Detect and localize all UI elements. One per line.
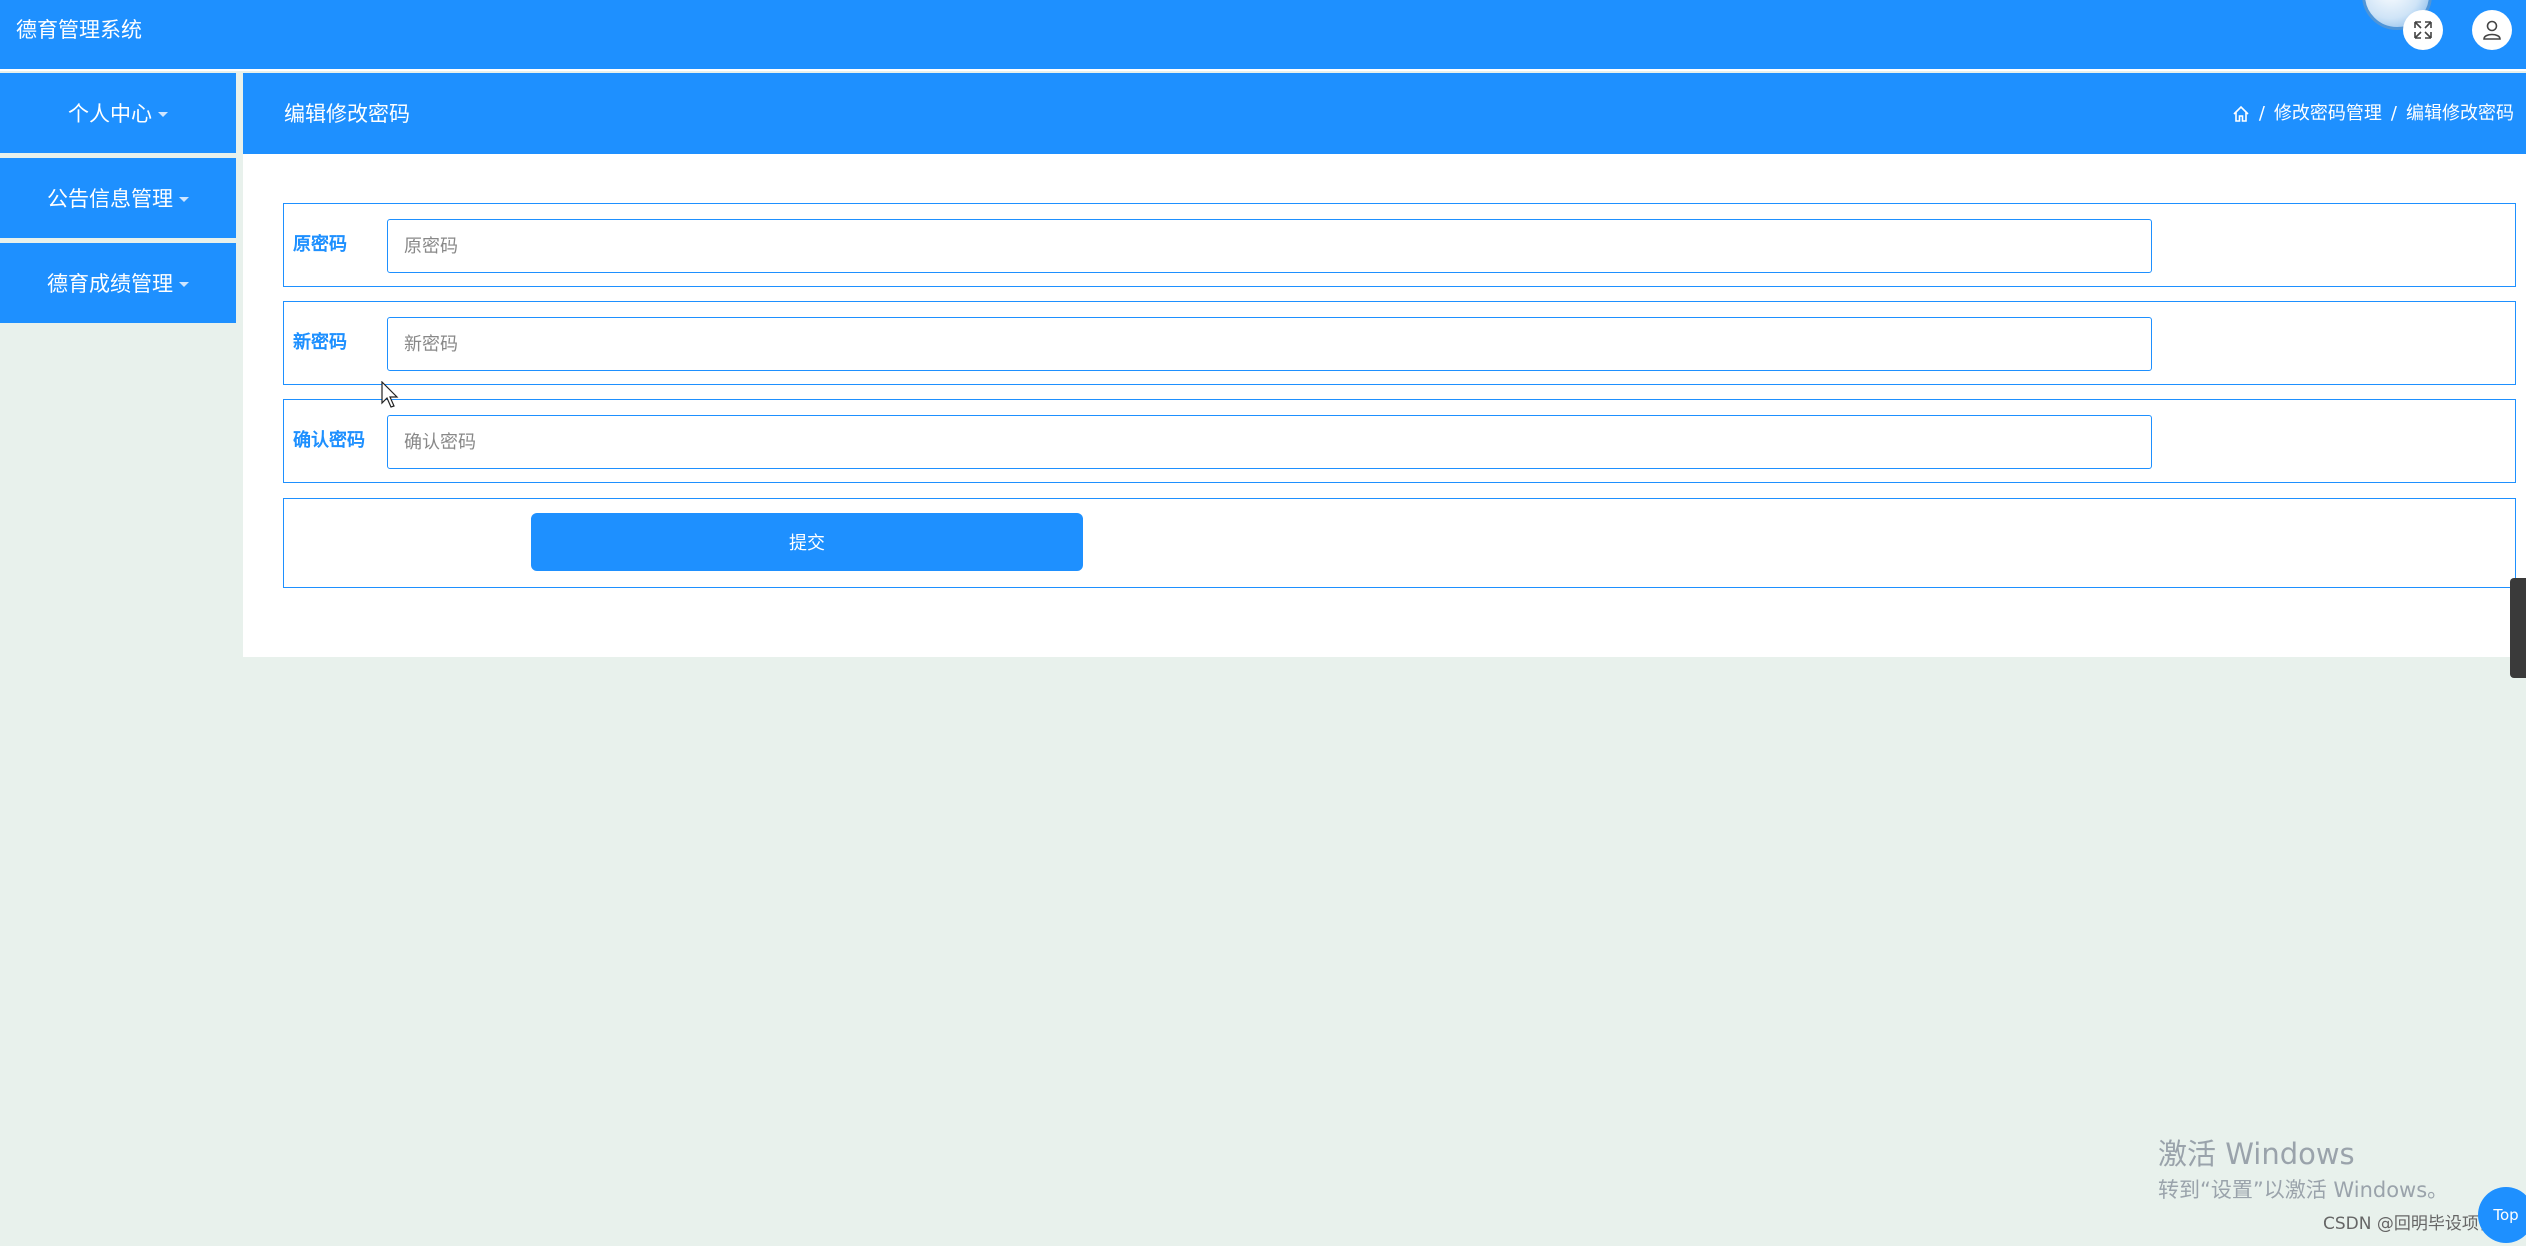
old-password-input[interactable] xyxy=(387,219,2152,273)
sidebar-item-moral-grades[interactable]: 德育成绩管理 xyxy=(0,243,236,323)
watermark-subtitle: 转到“设置”以激活 Windows。 xyxy=(2158,1178,2449,1202)
page-title: 编辑修改密码 xyxy=(284,102,410,126)
windows-activation-watermark: 激活 Windows 转到“设置”以激活 Windows。 xyxy=(2158,1136,2448,1204)
new-password-label: 新密码 xyxy=(293,332,347,353)
breadcrumb-separator: / xyxy=(2390,103,2397,124)
breadcrumb-item-edit-password: 编辑修改密码 xyxy=(2406,103,2514,124)
side-drawer-handle[interactable] xyxy=(2510,578,2526,678)
breadcrumb-separator: / xyxy=(2258,103,2265,124)
form-row-confirm-password: 确认密码 xyxy=(283,399,2516,483)
confirm-password-label: 确认密码 xyxy=(293,430,365,451)
home-icon[interactable] xyxy=(2232,105,2250,123)
breadcrumb-item-password-management[interactable]: 修改密码管理 xyxy=(2274,102,2382,126)
sidebar-item-announcements[interactable]: 公告信息管理 xyxy=(0,158,236,238)
sidebar-item-label: 公告信息管理 xyxy=(47,187,173,211)
caret-down-icon xyxy=(179,196,189,202)
form-row-submit: 提交 xyxy=(283,498,2516,588)
mouse-cursor-icon xyxy=(381,381,399,408)
watermark-title: 激活 Windows xyxy=(2158,1137,2355,1171)
sidebar-item-label: 个人中心 xyxy=(68,102,152,126)
app-title: 德育管理系统 xyxy=(16,18,142,42)
password-form-panel: 原密码 新密码 确认密码 提交 xyxy=(243,154,2526,657)
fullscreen-button[interactable] xyxy=(2403,10,2443,50)
form-row-old-password: 原密码 xyxy=(283,203,2516,287)
user-icon xyxy=(2483,20,2501,40)
back-to-top-button[interactable]: Top xyxy=(2478,1187,2526,1243)
submit-button[interactable]: 提交 xyxy=(531,513,1083,571)
form-row-new-password: 新密码 xyxy=(283,301,2516,385)
caret-down-icon xyxy=(179,281,189,287)
top-navbar: 德育管理系统 xyxy=(0,0,2526,71)
confirm-password-input[interactable] xyxy=(387,415,2152,469)
csdn-credit: CSDN @回明毕设项目 xyxy=(2323,1214,2496,1234)
breadcrumb: / 修改密码管理 / 编辑修改密码 xyxy=(2232,102,2514,126)
new-password-input[interactable] xyxy=(387,317,2152,371)
sidebar-item-personal-center[interactable]: 个人中心 xyxy=(0,73,236,153)
user-menu-button[interactable] xyxy=(2472,10,2512,50)
old-password-label: 原密码 xyxy=(293,234,347,255)
content-header: 编辑修改密码 / 修改密码管理 / 编辑修改密码 xyxy=(243,73,2526,154)
sidebar-item-label: 德育成绩管理 xyxy=(47,272,173,296)
caret-down-icon xyxy=(158,111,168,117)
sidebar: 个人中心 公告信息管理 德育成绩管理 xyxy=(0,73,237,328)
fullscreen-icon xyxy=(2414,21,2432,39)
